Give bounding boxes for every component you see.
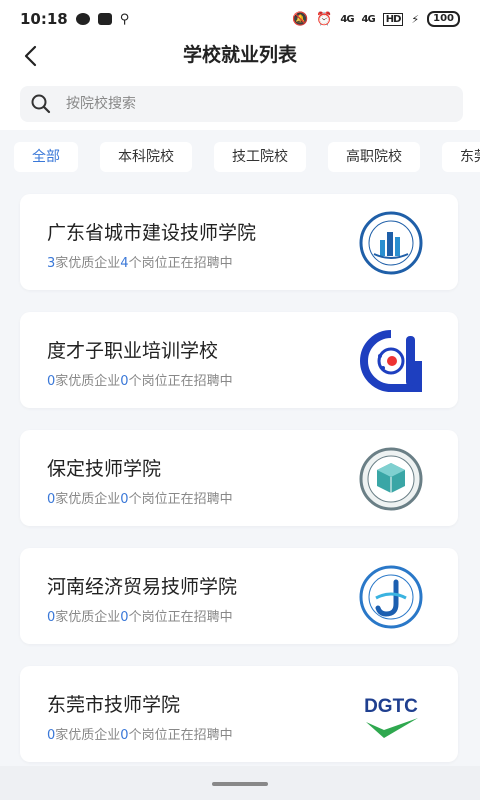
school-stats: 0家优质企业0个岗位正在招聘中 xyxy=(47,374,233,389)
status-bar: 10:18 ⚲ 🔕 ⏰ 4G 4G HD ⚡ 100 xyxy=(0,0,480,38)
search-section xyxy=(0,74,480,130)
status-time: 10:18 xyxy=(20,10,68,28)
bottom-gesture-area xyxy=(0,766,480,800)
school-card[interactable]: 度才子职业培训学校 0家优质企业0个岗位正在招聘中 xyxy=(20,312,458,408)
usb-icon: ⚲ xyxy=(119,11,130,27)
position-count: 0 xyxy=(120,728,129,743)
hd-icon: HD xyxy=(382,12,404,26)
mute-icon: 🔕 xyxy=(292,11,309,27)
tab-technical[interactable]: 技工院校 xyxy=(214,142,306,172)
school-logo-icon: DGTC xyxy=(364,696,418,738)
school-logo-icon xyxy=(360,330,422,392)
search-input[interactable] xyxy=(64,95,438,113)
school-name: 度才子职业培训学校 xyxy=(47,340,219,362)
position-count: 4 xyxy=(120,256,129,271)
position-count: 0 xyxy=(120,492,129,507)
charging-icon: ⚡ xyxy=(411,12,420,26)
category-tabs: 全部 本科院校 技工院校 高职院校 东莞市 xyxy=(14,142,480,174)
dgtc-logo-text: DGTC xyxy=(364,696,418,717)
tab-undergraduate[interactable]: 本科院校 xyxy=(100,142,192,172)
page-title: 学校就业列表 xyxy=(182,44,297,66)
search-box[interactable] xyxy=(20,86,463,122)
tab-vocational[interactable]: 高职院校 xyxy=(328,142,420,172)
battery-indicator: 100 xyxy=(427,11,460,27)
school-logo-icon xyxy=(359,565,423,629)
school-stats: 3家优质企业4个岗位正在招聘中 xyxy=(47,256,233,271)
school-card[interactable]: 东莞市技师学院 0家优质企业0个岗位正在招聘中 DGTC xyxy=(20,666,458,762)
school-logo-icon xyxy=(359,447,423,511)
tab-all[interactable]: 全部 xyxy=(14,142,78,172)
school-name: 广东省城市建设技师学院 xyxy=(47,222,257,244)
school-card[interactable]: 广东省城市建设技师学院 3家优质企业4个岗位正在招聘中 xyxy=(20,194,458,290)
school-logo-icon xyxy=(359,211,423,275)
chat-notification-icon xyxy=(75,13,90,25)
search-icon xyxy=(31,94,51,114)
school-card[interactable]: 河南经济贸易技师学院 0家优质企业0个岗位正在招聘中 xyxy=(20,548,458,644)
signal-icon-2: 4G xyxy=(361,13,376,25)
home-indicator[interactable] xyxy=(212,782,268,786)
tab-dongguan[interactable]: 东莞市 xyxy=(442,142,480,172)
position-count: 0 xyxy=(120,610,129,625)
alarm-icon: ⏰ xyxy=(316,11,333,27)
school-name: 东莞市技师学院 xyxy=(47,694,181,716)
school-name: 保定技师学院 xyxy=(47,458,162,480)
school-card[interactable]: 保定技师学院 0家优质企业0个岗位正在招聘中 xyxy=(20,430,458,526)
school-stats: 0家优质企业0个岗位正在招聘中 xyxy=(47,492,233,507)
position-count: 0 xyxy=(120,374,129,389)
school-list: 广东省城市建设技师学院 3家优质企业4个岗位正在招聘中 度才子职业培训学校 0家… xyxy=(20,194,458,784)
nav-bar: 学校就业列表 xyxy=(0,38,480,74)
school-stats: 0家优质企业0个岗位正在招聘中 xyxy=(47,728,233,743)
app-notification-icon xyxy=(97,13,112,25)
school-stats: 0家优质企业0个岗位正在招聘中 xyxy=(47,610,233,625)
signal-icon-1: 4G xyxy=(340,13,354,25)
school-name: 河南经济贸易技师学院 xyxy=(47,576,238,598)
